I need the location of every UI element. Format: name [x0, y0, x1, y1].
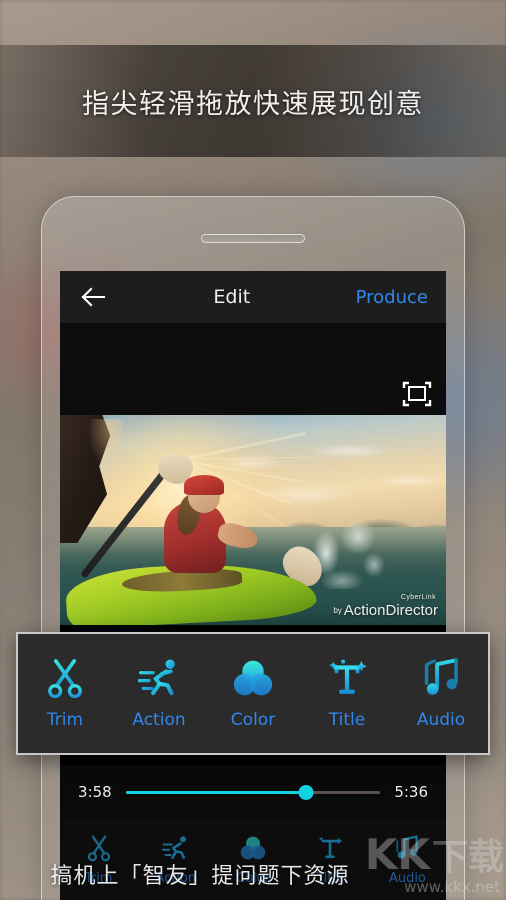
produce-button[interactable]: Produce	[356, 287, 428, 308]
edit-tool-label-title: Title	[329, 710, 365, 730]
headline-text: 指尖轻滑拖放快速展现创意	[0, 45, 506, 157]
phone-earpiece-speaker	[201, 234, 305, 243]
cyberlink-watermark: CyberLink by ActionDirector	[333, 594, 438, 619]
edit-tool-audio[interactable]: Audio	[394, 657, 488, 730]
site-logo-watermark: KK 下载	[365, 834, 504, 876]
chinese-promo-watermark: 搞机上「智友」提问题下资源	[0, 858, 400, 890]
back-arrow-icon[interactable]	[78, 282, 108, 312]
edit-tool-color[interactable]: Color	[206, 657, 300, 730]
edit-tool-label-audio: Audio	[417, 710, 465, 730]
actiondirector-product-text: ActionDirector	[344, 602, 438, 619]
edit-tool-label-trim: Trim	[47, 710, 83, 730]
video-preview-pane	[60, 323, 446, 415]
edit-tool-action[interactable]: Action	[112, 657, 206, 730]
app-header-bar: Edit Produce	[60, 271, 446, 323]
running-person-icon	[138, 657, 180, 699]
edit-tools-panel: Trim Action Color Title Audio	[16, 632, 490, 755]
cyberlink-by-text: by	[333, 606, 341, 615]
phone-screen: Edit Produce CyberLink by ActionDirector…	[60, 271, 446, 900]
edit-tool-title[interactable]: Title	[300, 657, 394, 730]
progress-track-fill	[126, 791, 307, 794]
title-text-icon	[326, 657, 368, 699]
site-logo-latin-text: KK	[365, 834, 430, 876]
site-logo-cn-text: 下载	[432, 840, 504, 876]
current-time-label: 3:58	[78, 783, 112, 801]
page-title: Edit	[108, 286, 356, 308]
edit-tool-label-color: Color	[231, 710, 275, 730]
cyberlink-brand-text: CyberLink	[333, 594, 436, 601]
site-url-watermark: www.kkx.net	[404, 878, 500, 896]
total-time-label: 5:36	[394, 783, 428, 801]
video-paddler-cap	[184, 475, 224, 495]
music-note-icon	[420, 657, 462, 699]
progress-slider-handle[interactable]	[299, 785, 314, 800]
edit-tool-label-action: Action	[132, 710, 185, 730]
color-circles-icon	[232, 657, 274, 699]
edit-tool-trim[interactable]: Trim	[18, 657, 112, 730]
fullscreen-icon[interactable]	[402, 381, 432, 407]
scissors-icon	[44, 657, 86, 699]
progress-slider[interactable]	[126, 783, 381, 801]
timeline-scrubber-row: 3:58 5:36	[60, 765, 446, 819]
video-clip-preview[interactable]: CyberLink by ActionDirector	[60, 415, 446, 625]
